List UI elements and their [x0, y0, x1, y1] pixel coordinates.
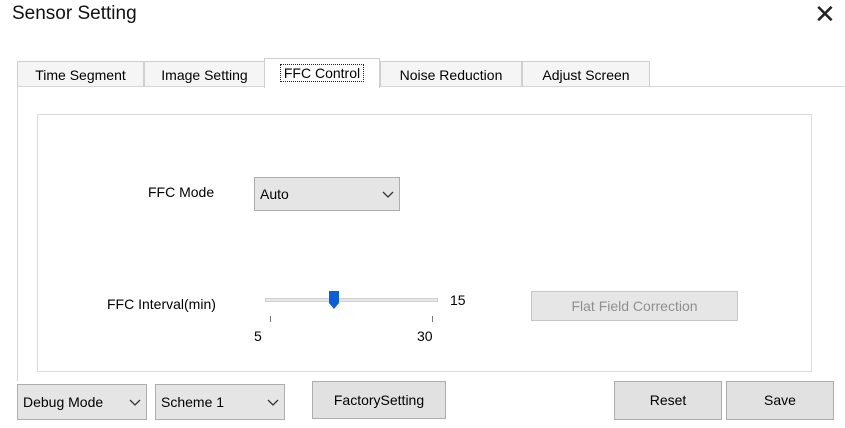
chevron-down-icon — [129, 399, 141, 406]
close-icon[interactable]: ✕ — [814, 0, 836, 29]
ffc-interval-value: 15 — [450, 292, 466, 308]
ffc-mode-select[interactable]: Auto — [254, 177, 400, 211]
tab-ffc-control[interactable]: FFC Control — [264, 58, 380, 88]
debug-mode-value: Debug Mode — [23, 394, 104, 410]
ffc-interval-slider-thumb[interactable] — [329, 291, 339, 309]
ffc-interval-label: FFC Interval(min) — [107, 296, 216, 312]
slider-min-label: 5 — [254, 328, 262, 344]
window-title: Sensor Setting — [12, 3, 137, 24]
chevron-down-icon — [382, 191, 394, 198]
factory-setting-button[interactable]: FactorySetting — [312, 381, 446, 419]
debug-mode-select[interactable]: Debug Mode — [17, 384, 147, 420]
tab-label: Adjust Screen — [542, 67, 630, 83]
tab-adjust-screen[interactable]: Adjust Screen — [522, 61, 650, 87]
flat-field-correction-button[interactable]: Flat Field Correction — [531, 291, 738, 321]
ffc-mode-value: Auto — [260, 186, 289, 202]
chevron-down-icon — [267, 399, 279, 406]
reset-button[interactable]: Reset — [614, 381, 722, 420]
scheme-value: Scheme 1 — [161, 394, 225, 410]
scheme-select[interactable]: Scheme 1 — [155, 384, 285, 420]
ffc-interval-track — [265, 298, 438, 302]
ffc-mode-label: FFC Mode — [148, 184, 215, 200]
tab-label: Image Setting — [161, 67, 248, 83]
slider-max-label: 30 — [417, 328, 433, 344]
tab-label: Noise Reduction — [399, 67, 503, 83]
save-button[interactable]: Save — [726, 381, 834, 420]
tab-time-segment[interactable]: Time Segment — [17, 61, 144, 87]
slider-tick-min — [270, 316, 271, 322]
tab-noise-reduction[interactable]: Noise Reduction — [380, 61, 522, 87]
slider-tick-max — [432, 316, 433, 322]
tab-label: FFC Control — [279, 64, 365, 82]
tab-image-setting[interactable]: Image Setting — [144, 61, 265, 87]
tab-label: Time Segment — [35, 67, 126, 83]
